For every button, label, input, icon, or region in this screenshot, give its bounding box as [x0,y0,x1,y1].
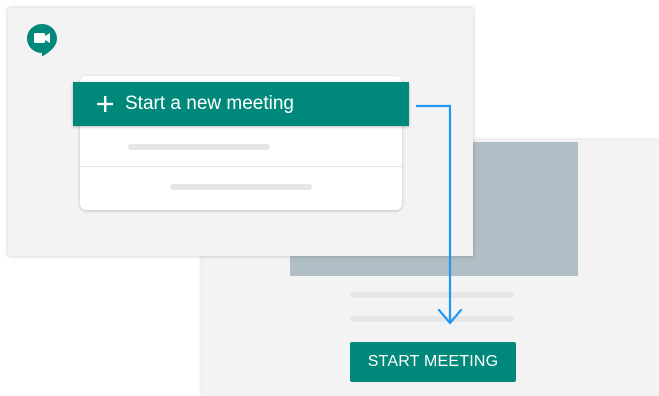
placeholder-line [128,144,270,150]
google-meet-logo-icon [25,22,59,58]
illustration: START MEETING Start a new meeting [0,0,659,396]
plus-icon [95,94,115,114]
placeholder-line [350,292,514,298]
landing-panel: Start a new meeting [8,8,473,256]
placeholder-line [350,316,514,322]
start-new-meeting-label: Start a new meeting [125,93,294,114]
placeholder-line [170,184,312,190]
start-meeting-button[interactable]: START MEETING [350,342,516,382]
start-new-meeting-button[interactable]: Start a new meeting [73,82,409,126]
card-divider [80,166,402,167]
